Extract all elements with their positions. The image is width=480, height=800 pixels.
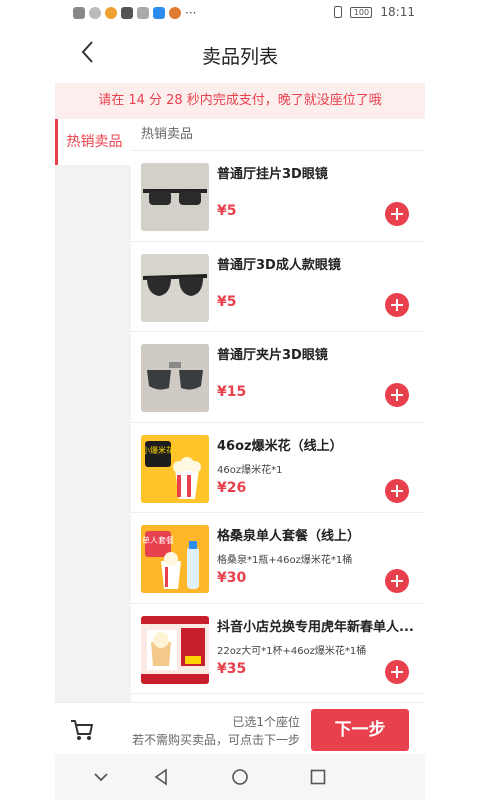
status-bar: ··· 100 18:11 — [55, 0, 425, 26]
combo-badge-text: 单人套餐 — [142, 535, 174, 545]
product-desc: 格桑泉*1瓶+46oz爆米花*1桶 — [217, 555, 353, 566]
app-notification-icon — [105, 7, 117, 19]
status-icons: ··· — [73, 6, 196, 20]
product-thumbnail — [141, 344, 209, 412]
add-icon[interactable] — [385, 202, 409, 226]
checkout-bar: 已选1个座位 若不需购买卖品，可点击下一步 下一步 — [55, 702, 425, 754]
battery-icon: 100 — [350, 6, 373, 18]
status-right: 100 18:11 — [334, 5, 415, 19]
nav-collapse-icon[interactable] — [92, 768, 110, 786]
glasses-image — [141, 163, 209, 231]
product-price: ¥15 — [217, 384, 247, 400]
list-item[interactable]: 普通厅挂片3D眼镜 ¥5 — [131, 151, 425, 242]
next-step-button[interactable]: 下一步 — [311, 709, 409, 751]
list-item[interactable]: 普通厅3D成人款眼镜 ¥5 — [131, 242, 425, 332]
product-thumbnail: 小爆米花 — [141, 434, 209, 503]
cart-icon[interactable] — [69, 717, 95, 743]
product-desc: 46oz爆米花*1 — [217, 464, 283, 476]
clock: 18:11 — [380, 5, 415, 19]
product-name: 普通厅挂片3D眼镜 — [217, 167, 328, 182]
page-title: 卖品列表 — [201, 46, 278, 68]
add-icon[interactable] — [385, 383, 409, 407]
sim-icon — [73, 7, 85, 19]
product-list[interactable]: 热销卖品 普通厅挂片3D眼镜 ¥5 普通厅3D成人款眼镜 ¥5 普通厅夹片3D眼… — [131, 119, 425, 702]
product-price: ¥30 — [217, 570, 247, 586]
page: ··· 100 18:11 卖品列表 请在 14 分 28 秒内完成支付，晚了就… — [55, 0, 425, 800]
popcorn-badge-text: 小爆米花 — [142, 445, 174, 455]
app-notification-icon — [121, 7, 133, 19]
add-icon[interactable] — [385, 478, 409, 503]
vibrate-icon — [334, 6, 343, 18]
add-icon[interactable] — [385, 292, 409, 317]
app-notification-icon — [153, 7, 165, 19]
list-item[interactable]: 单人套餐 格桑泉单人套餐（线上） 格桑泉*1瓶+46oz爆米花*1桶 ¥30 — [131, 513, 425, 604]
nav-home-icon[interactable] — [231, 768, 249, 786]
product-desc: 22oz大可*1杯+46oz爆米花*1桶 — [217, 645, 367, 657]
product-price: ¥35 — [217, 660, 247, 677]
combo-image: 单人套餐 — [141, 525, 209, 593]
popcorn-image: 小爆米花 — [141, 434, 209, 503]
category-sidebar: 热销卖品 — [55, 119, 131, 702]
product-name: 格桑泉单人套餐（线上） — [217, 529, 361, 544]
skip-hint: 若不需购买卖品，可点击下一步 — [131, 733, 300, 747]
product-name: 普通厅夹片3D眼镜 — [217, 348, 328, 363]
nav-recents-icon[interactable] — [309, 768, 327, 786]
product-name: 普通厅3D成人款眼镜 — [217, 257, 341, 273]
product-price: ¥5 — [217, 203, 237, 219]
list-item[interactable]: 小爆米花 46oz爆米花（线上） 46oz爆米花*1 ¥26 — [131, 423, 425, 513]
product-thumbnail — [141, 253, 209, 322]
product-thumbnail — [141, 615, 209, 684]
product-thumbnail — [141, 163, 209, 231]
glasses-image — [141, 253, 209, 322]
app-notification-icon — [169, 7, 181, 19]
selected-seat-count: 已选1个座位 — [232, 715, 300, 729]
list-item[interactable]: 普通厅夹片3D眼镜 ¥15 — [131, 332, 425, 423]
clip-glasses-image — [141, 344, 209, 412]
add-icon[interactable] — [385, 569, 409, 593]
product-price: ¥5 — [217, 293, 237, 310]
product-price: ¥26 — [217, 479, 247, 496]
new-year-combo-image — [141, 615, 209, 684]
list-item[interactable]: 抖音小店兑换专用虎年新春单人... 22oz大可*1杯+46oz爆米花*1桶 ¥… — [131, 604, 425, 694]
header: 卖品列表 — [55, 26, 425, 82]
product-name: 46oz爆米花（线上） — [217, 438, 343, 454]
payment-countdown-notice: 请在 14 分 28 秒内完成支付，晚了就没座位了哦 — [55, 83, 425, 119]
product-thumbnail: 单人套餐 — [141, 525, 209, 593]
product-name: 抖音小店兑换专用虎年新春单人... — [217, 619, 414, 635]
add-icon[interactable] — [385, 659, 409, 684]
system-nav-bar — [55, 754, 425, 800]
app-notification-icon — [137, 7, 149, 19]
section-title: 热销卖品 — [131, 119, 425, 151]
more-dots: ··· — [185, 6, 197, 20]
wifi-icon — [89, 7, 101, 19]
nav-back-icon[interactable] — [152, 768, 170, 786]
sidebar-item-hot[interactable]: 热销卖品 — [55, 119, 131, 165]
